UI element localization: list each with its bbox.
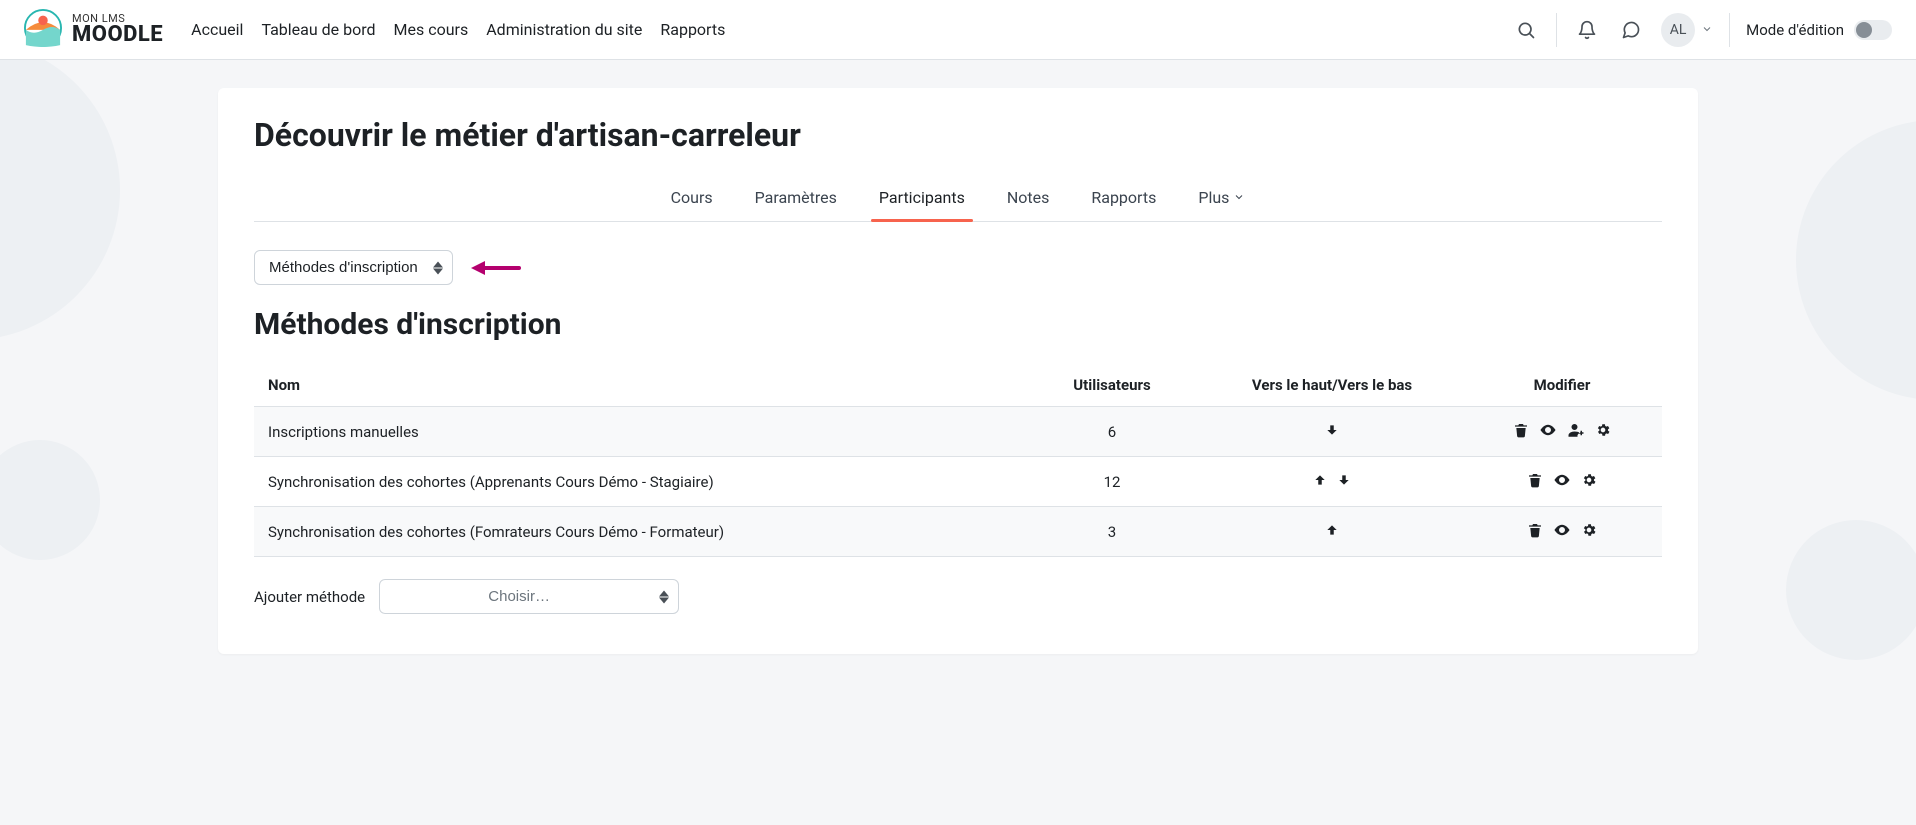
cell-name: Synchronisation des cohortes (Fomrateurs… [254, 507, 1022, 557]
nav-administration[interactable]: Administration du site [486, 16, 642, 43]
cell-edit [1462, 507, 1662, 557]
brand[interactable]: MON LMS MOODLE [24, 9, 163, 51]
cell-updown [1202, 457, 1462, 507]
chevron-down-icon [1701, 21, 1713, 39]
section-title: Méthodes d'inscription [254, 307, 1662, 342]
page-background: Découvrir le métier d'artisan-carreleur … [0, 60, 1916, 825]
cell-users: 12 [1022, 457, 1202, 507]
edit-mode-toggle[interactable] [1854, 20, 1892, 40]
add-method-select[interactable]: Choisir… [379, 579, 679, 614]
tab-plus-label: Plus [1198, 188, 1229, 207]
topbar: MON LMS MOODLE Accueil Tableau de bord M… [0, 0, 1916, 60]
tab-notes[interactable]: Notes [1003, 178, 1054, 221]
bg-decoration [1796, 120, 1916, 400]
page-select-wrap: Méthodes d'inscription [254, 250, 453, 285]
gear-icon[interactable] [1581, 522, 1597, 538]
search-icon[interactable] [1512, 16, 1540, 44]
th-name: Nom [254, 364, 1022, 407]
tab-rapports[interactable]: Rapports [1087, 178, 1160, 221]
selector-row: Méthodes d'inscription [254, 250, 1662, 285]
cell-name: Inscriptions manuelles [254, 407, 1022, 457]
course-title: Découvrir le métier d'artisan-carreleur [254, 116, 1662, 154]
gear-icon[interactable] [1581, 472, 1597, 488]
page-select[interactable]: Méthodes d'inscription [254, 250, 453, 285]
trash-icon[interactable] [1527, 522, 1543, 538]
chevron-down-icon [1233, 188, 1245, 207]
brand-bottom-text: MOODLE [72, 24, 163, 46]
table-row: Inscriptions manuelles6 [254, 407, 1662, 457]
annotation-arrow-icon [471, 258, 521, 278]
th-updown: Vers le haut/Vers le bas [1202, 364, 1462, 407]
add-method-select-wrap: Choisir… [379, 579, 679, 614]
trash-icon[interactable] [1527, 472, 1543, 488]
main-card: Découvrir le métier d'artisan-carreleur … [218, 88, 1698, 654]
move-down-icon[interactable] [1325, 423, 1339, 437]
cell-edit [1462, 407, 1662, 457]
divider [1729, 13, 1730, 47]
cell-users: 3 [1022, 507, 1202, 557]
cell-updown [1202, 507, 1462, 557]
tab-parametres[interactable]: Paramètres [751, 178, 841, 221]
cell-name: Synchronisation des cohortes (Apprenants… [254, 457, 1022, 507]
nav-rapports[interactable]: Rapports [660, 16, 725, 43]
move-up-icon[interactable] [1313, 473, 1327, 487]
bg-decoration [1786, 520, 1916, 660]
move-up-icon[interactable] [1325, 523, 1339, 537]
methods-table: Nom Utilisateurs Vers le haut/Vers le ba… [254, 364, 1662, 557]
edit-mode-label: Mode d'édition [1746, 21, 1844, 39]
table-row: Synchronisation des cohortes (Fomrateurs… [254, 507, 1662, 557]
cell-users: 6 [1022, 407, 1202, 457]
eye-icon[interactable] [1553, 521, 1571, 539]
add-user-icon[interactable] [1567, 421, 1585, 439]
table-row: Synchronisation des cohortes (Apprenants… [254, 457, 1662, 507]
avatar: AL [1661, 13, 1695, 47]
nav-tableau-de-bord[interactable]: Tableau de bord [261, 16, 375, 43]
brand-logo-icon [24, 9, 62, 51]
tab-participants[interactable]: Participants [875, 178, 969, 221]
tab-plus[interactable]: Plus [1194, 178, 1249, 221]
topbar-right: AL Mode d'édition [1512, 13, 1892, 47]
trash-icon[interactable] [1513, 422, 1529, 438]
add-method-row: Ajouter méthode Choisir… [254, 579, 1662, 614]
course-nav: Cours Paramètres Participants Notes Rapp… [254, 178, 1662, 222]
cell-edit [1462, 457, 1662, 507]
nav-mes-cours[interactable]: Mes cours [394, 16, 469, 43]
move-down-icon[interactable] [1337, 473, 1351, 487]
eye-icon[interactable] [1539, 421, 1557, 439]
eye-icon[interactable] [1553, 471, 1571, 489]
bg-decoration [0, 440, 100, 560]
gear-icon[interactable] [1595, 422, 1611, 438]
divider [1556, 13, 1557, 47]
bell-icon[interactable] [1573, 16, 1601, 44]
nav-accueil[interactable]: Accueil [191, 16, 243, 43]
cell-updown [1202, 407, 1462, 457]
user-menu[interactable]: AL [1661, 13, 1713, 47]
messages-icon[interactable] [1617, 16, 1645, 44]
th-edit: Modifier [1462, 364, 1662, 407]
bg-decoration [0, 60, 120, 340]
tab-cours[interactable]: Cours [667, 178, 717, 221]
edit-mode: Mode d'édition [1746, 20, 1892, 40]
th-users: Utilisateurs [1022, 364, 1202, 407]
add-method-label: Ajouter méthode [254, 588, 365, 606]
top-nav: Accueil Tableau de bord Mes cours Admini… [191, 16, 725, 43]
